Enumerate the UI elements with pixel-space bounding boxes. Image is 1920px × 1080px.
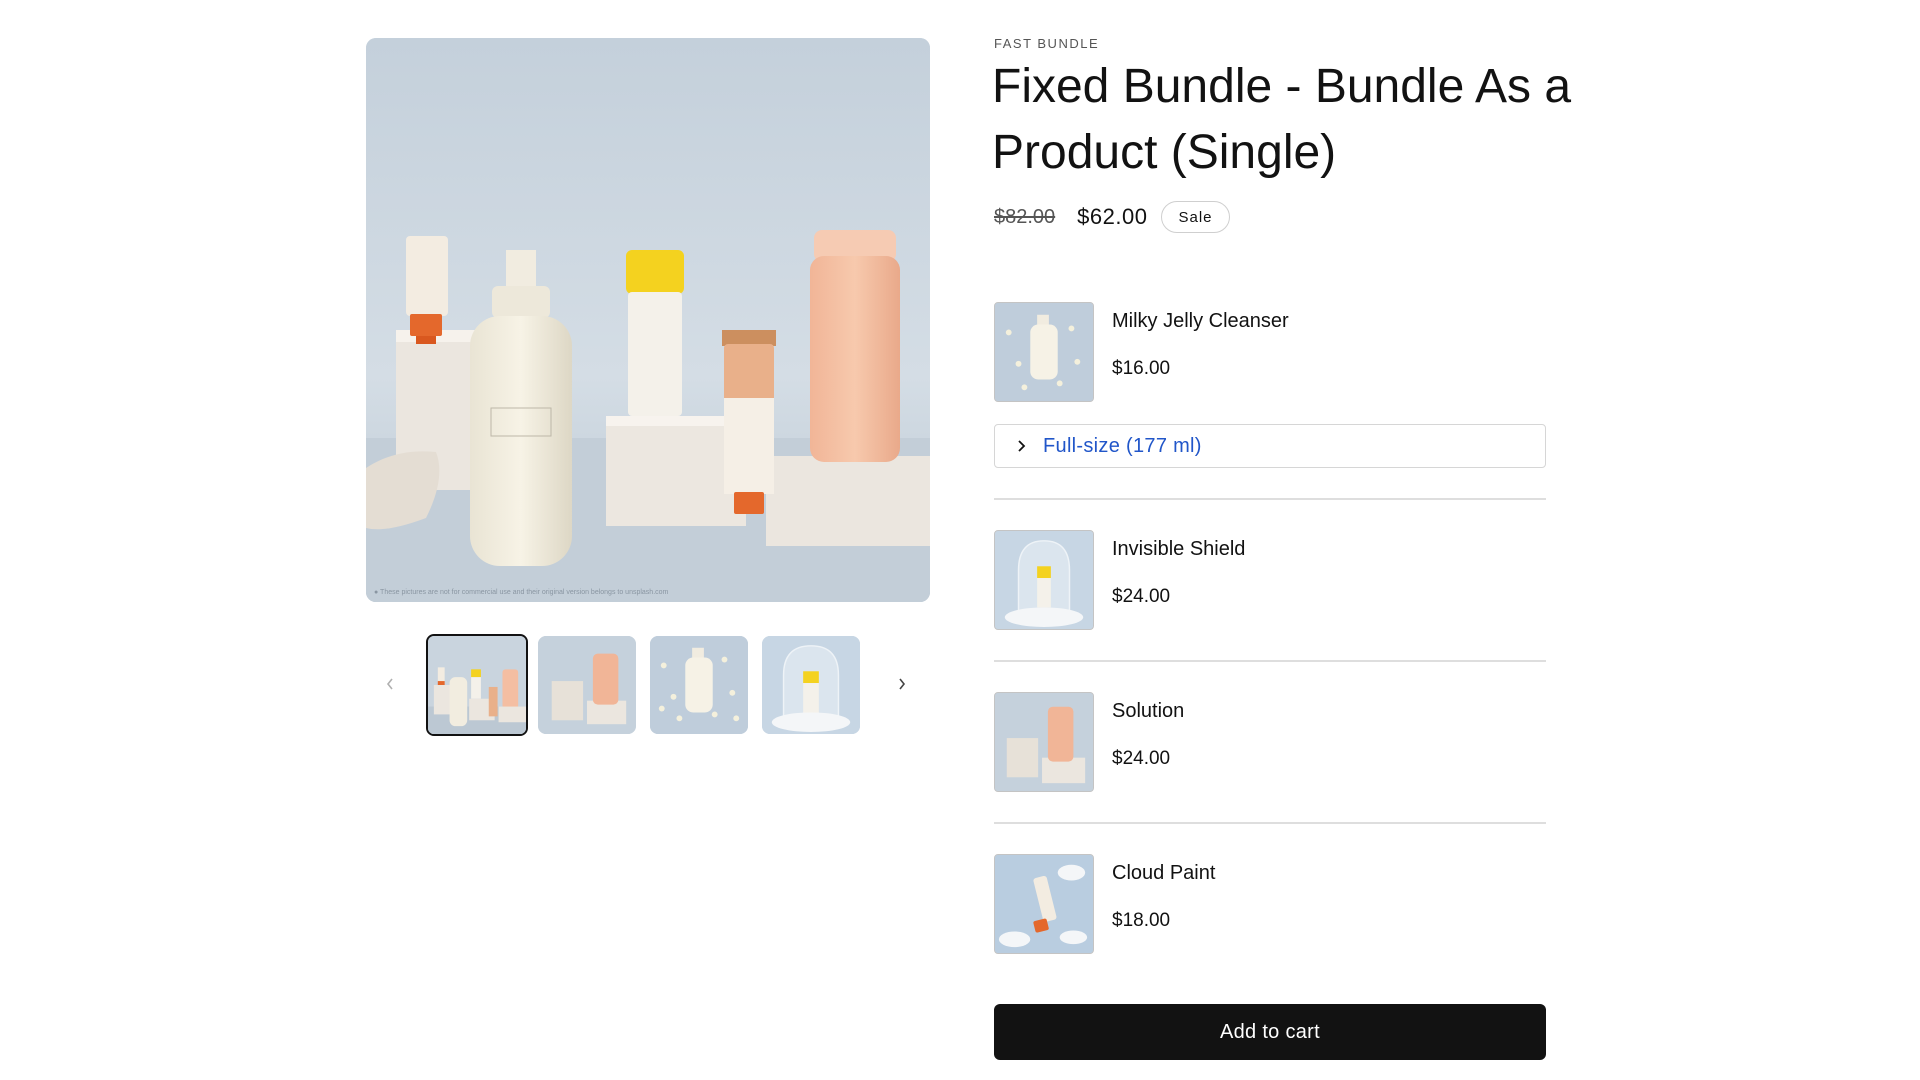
bundle-item-image[interactable] [994, 530, 1094, 630]
milky-jelly-thumbnail-image [650, 636, 748, 734]
thumbnail-slider [366, 634, 930, 736]
add-to-cart-button[interactable]: Add to cart [994, 1004, 1546, 1060]
bundle-divider [994, 498, 1546, 500]
bundle-item-cloud-paint: Cloud Paint $18.00 [994, 854, 1546, 954]
compare-at-price: $82.00 [994, 205, 1056, 228]
thumbnail-invisible-shield[interactable] [762, 636, 860, 734]
chevron-left-icon [386, 678, 393, 690]
invisible-shield-item-image [995, 531, 1093, 629]
solution-thumbnail-image [538, 636, 636, 734]
variant-dropdown[interactable]: Full-size (177 ml) [994, 424, 1546, 468]
bundle-divider [994, 822, 1546, 824]
thumbnail-bundle-group[interactable] [426, 634, 528, 736]
bundle-item-image[interactable] [994, 692, 1094, 792]
bundle-item-image[interactable] [994, 854, 1094, 954]
svg-text:● These pictures are not for c: ● These pictures are not for commercial … [374, 589, 669, 596]
bundle-item-price: $24.00 [1112, 586, 1171, 607]
bundle-item-name: Solution [1112, 700, 1185, 722]
product-photo-illustration: ● These pictures are not for commercial … [366, 38, 930, 602]
chevron-right-icon [1018, 440, 1026, 452]
bundle-item-image[interactable] [994, 302, 1094, 402]
product-vendor: FAST BUNDLE [994, 36, 1100, 51]
product-title: Fixed Bundle - Bundle As a Product (Sing… [992, 60, 1572, 179]
bundle-item-solution: Solution $24.00 [994, 692, 1546, 792]
price-row: $82.00 $62.00 Sale [994, 200, 1230, 234]
bundle-item-name: Milky Jelly Cleanser [1112, 310, 1289, 332]
bundle-item-milky-jelly-cleanser: Milky Jelly Cleanser $16.00 [994, 302, 1546, 402]
bundle-item-name: Invisible Shield [1112, 538, 1246, 560]
bundle-item-invisible-shield: Invisible Shield $24.00 [994, 530, 1546, 630]
sale-price: $62.00 [1077, 204, 1148, 229]
bundle-group-thumbnail-image [428, 636, 526, 734]
chevron-right-icon [899, 678, 906, 690]
thumbnail-solution[interactable] [538, 636, 636, 734]
invisible-shield-thumbnail-image [762, 636, 860, 734]
variant-selected-value: Full-size (177 ml) [1043, 434, 1202, 457]
thumbnail-prev-button[interactable] [376, 670, 404, 698]
solution-item-image [995, 693, 1093, 791]
bundle-item-name: Cloud Paint [1112, 862, 1216, 884]
cloud-paint-item-image [995, 855, 1093, 953]
product-page: ● These pictures are not for commercial … [0, 0, 1920, 1080]
main-product-image[interactable]: ● These pictures are not for commercial … [366, 38, 930, 602]
bundle-item-price: $24.00 [1112, 748, 1171, 769]
bundle-divider [994, 660, 1546, 662]
thumbnail-milky-jelly[interactable] [650, 636, 748, 734]
bundle-item-price: $18.00 [1112, 910, 1171, 931]
bundle-item-price: $16.00 [1112, 358, 1171, 379]
milky-jelly-item-image [995, 303, 1093, 401]
thumbnail-next-button[interactable] [888, 670, 916, 698]
sale-badge: Sale [1161, 201, 1230, 233]
